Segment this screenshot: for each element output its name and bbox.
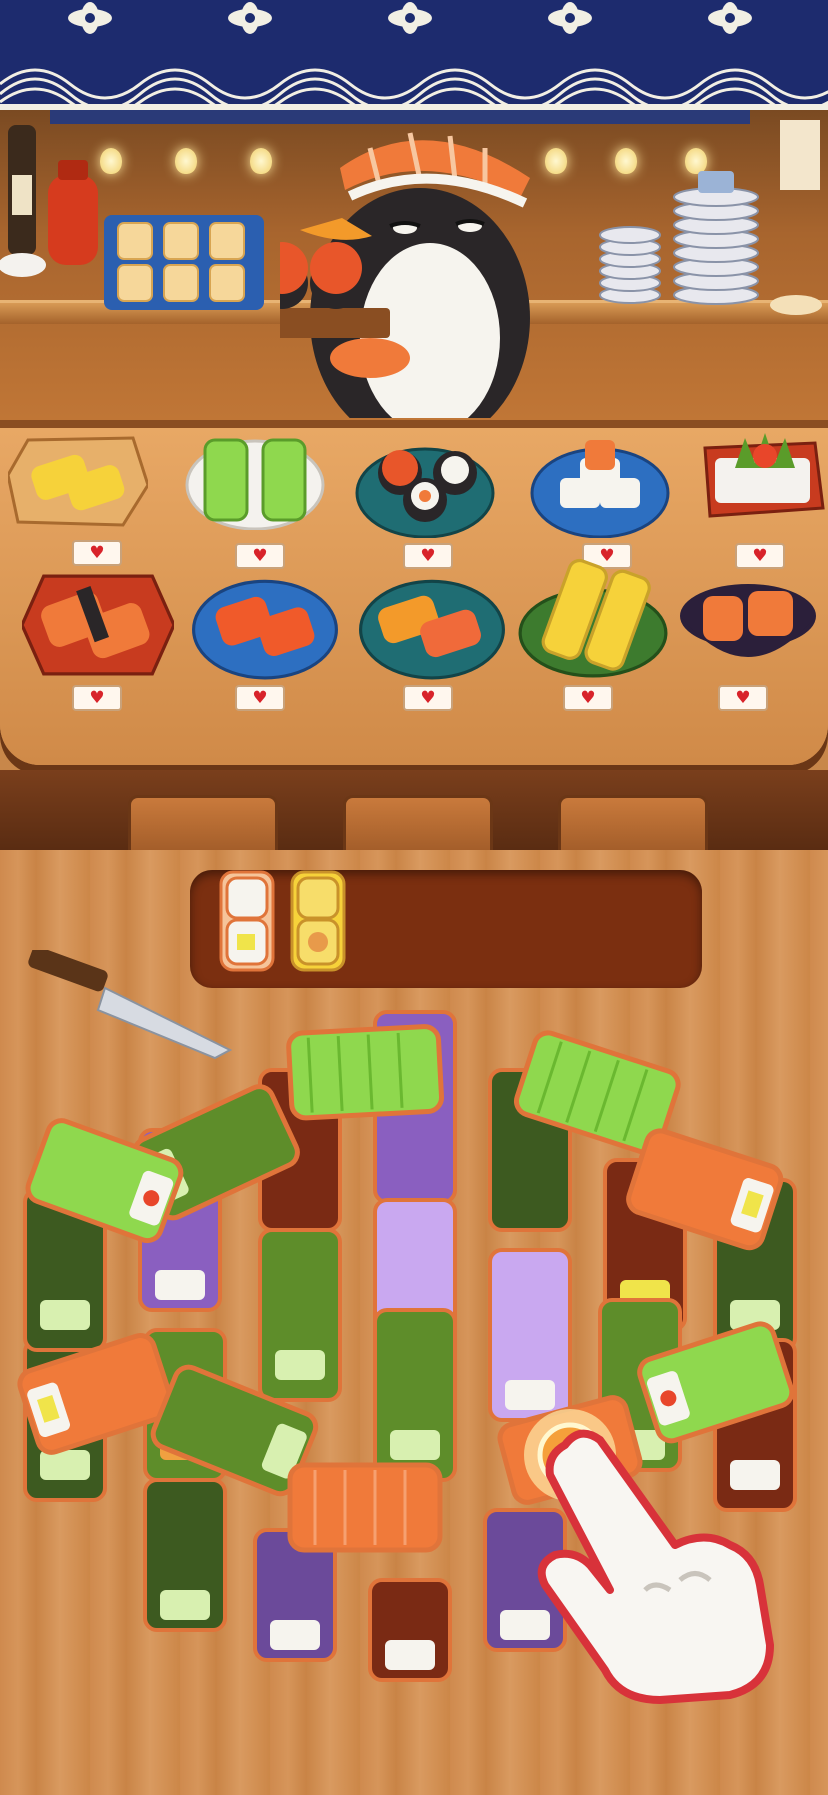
shelf-items-left (0, 125, 264, 310)
tray-tamago-roll (290, 870, 346, 972)
roll-purple[interactable] (488, 1248, 572, 1422)
dish-green-rolls[interactable] (185, 430, 325, 530)
counter-drawer (558, 795, 708, 850)
roll-light-green[interactable] (286, 1024, 445, 1121)
roll-dark-green[interactable] (258, 1228, 342, 1402)
heart-tag: ♥ (718, 685, 768, 711)
heart-tag: ♥ (72, 685, 122, 711)
shelf-items-right (599, 120, 822, 315)
game-screen: { "game": { "name": "", "mascot": "pengu… (0, 0, 828, 1795)
heart-tag: ♥ (235, 543, 285, 569)
dish-ikura-maki[interactable] (355, 438, 495, 538)
roll-dark-green[interactable] (373, 1308, 457, 1482)
noren-curtain (0, 0, 828, 110)
counter-drawer (128, 795, 278, 850)
heart-tag: ♥ (235, 685, 285, 711)
dish-shrimp-nigiri[interactable] (357, 575, 507, 680)
dish-garnish[interactable] (695, 428, 828, 528)
pointing-hand-icon (537, 1429, 774, 1704)
counter-drawer (343, 795, 493, 850)
wave-pattern (0, 68, 828, 104)
penguin-chef (280, 132, 530, 418)
heart-tag: ♥ (735, 543, 785, 569)
flower-pattern (68, 2, 752, 34)
dish-salmon-bowl[interactable] (678, 572, 818, 680)
dish-salmon-stack[interactable] (530, 438, 670, 538)
roll-dark-green[interactable] (143, 1478, 227, 1632)
heart-tag: ♥ (563, 685, 613, 711)
dish-yellow-rolls[interactable] (518, 555, 668, 680)
heart-tag: ♥ (403, 685, 453, 711)
dish-tamago[interactable] (8, 430, 148, 530)
dish-salmon-duo[interactable] (190, 575, 340, 680)
heart-tag: ♥ (403, 543, 453, 569)
roll-dark-red[interactable] (368, 1578, 452, 1682)
dish-salmon-nigiri[interactable] (22, 570, 174, 680)
roll-salmon[interactable] (287, 1462, 443, 1553)
heart-tag: ♥ (72, 540, 122, 566)
